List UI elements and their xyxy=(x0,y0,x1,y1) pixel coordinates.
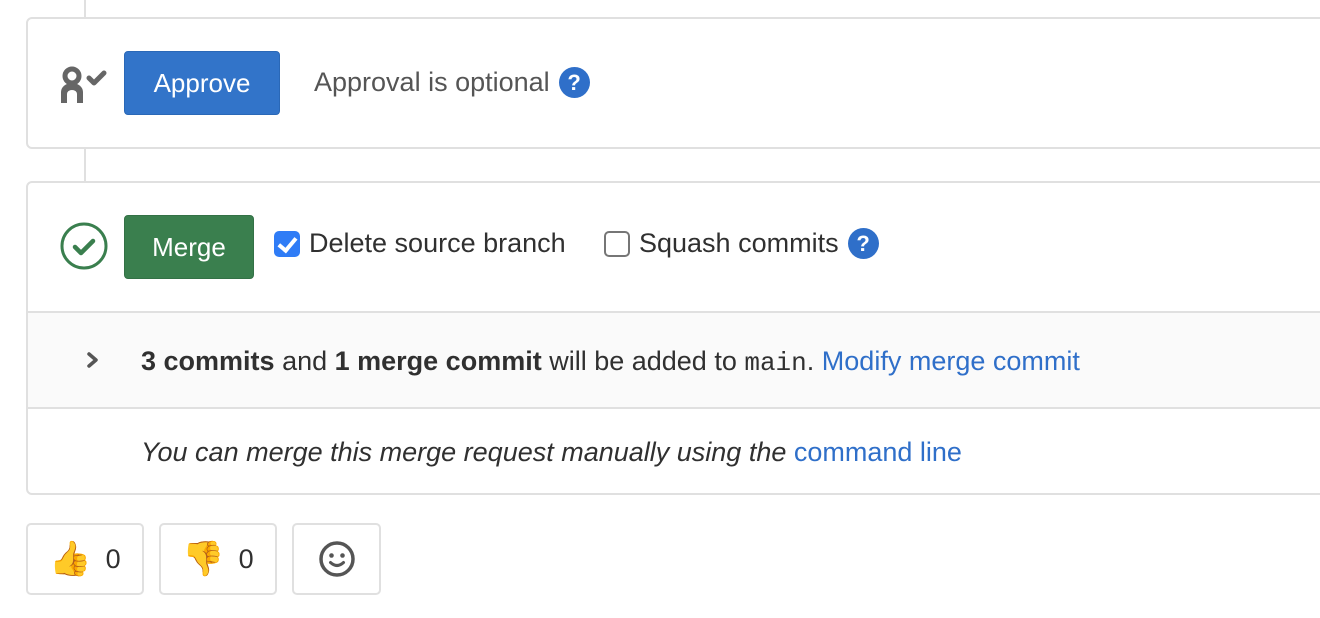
delete-source-branch-checkbox[interactable] xyxy=(274,230,300,257)
approval-user-check-icon xyxy=(61,66,107,103)
approval-status-text: Approval is optional xyxy=(314,67,550,97)
thumbs-up-reaction-button[interactable]: 👍 0 xyxy=(26,523,144,595)
approve-button[interactable]: Approve xyxy=(124,51,280,115)
question-circle-icon[interactable]: ? xyxy=(558,67,590,98)
modify-merge-commit-link[interactable]: Modify merge commit xyxy=(822,346,1080,376)
target-branch: main xyxy=(744,348,807,378)
timeline-connector xyxy=(84,148,86,183)
manual-merge-description: You can merge this merge request manuall… xyxy=(141,437,794,467)
commit-count: 3 commits xyxy=(141,346,275,376)
squash-commits-checkbox[interactable] xyxy=(604,230,630,257)
smiley-face-icon xyxy=(318,541,355,577)
merge-button[interactable]: Merge xyxy=(124,215,254,279)
check-circle-icon xyxy=(60,222,108,270)
question-circle-icon[interactable]: ? xyxy=(847,228,879,259)
commit-summary-and: and xyxy=(274,346,335,376)
approval-card: Approve Approval is optional ? xyxy=(26,17,1320,149)
timeline-connector xyxy=(84,0,86,18)
command-line-link[interactable]: command line xyxy=(794,437,962,467)
thumbs-down-icon: 👎 xyxy=(182,539,225,579)
thumbs-up-count: 0 xyxy=(105,543,121,574)
commit-summary-section: 3 commits and 1 merge commit will be add… xyxy=(28,311,1320,409)
merge-commit-count: 1 merge commit xyxy=(334,346,542,376)
commit-summary-added: will be added to xyxy=(541,346,745,376)
merge-actions-row: Merge Delete source branch Squash commit… xyxy=(28,183,1320,311)
merge-card: Merge Delete source branch Squash commit… xyxy=(26,181,1320,495)
merge-request-widget: Approve Approval is optional ? Merge Del… xyxy=(0,0,1320,618)
delete-source-branch-option[interactable]: Delete source branch xyxy=(274,228,566,259)
squash-commits-option[interactable]: Squash commits ? xyxy=(604,228,879,259)
thumbs-down-reaction-button[interactable]: 👎 0 xyxy=(159,523,277,595)
manual-merge-text: You can merge this merge request manuall… xyxy=(141,437,962,468)
delete-source-branch-label: Delete source branch xyxy=(309,228,566,258)
thumbs-up-icon: 👍 xyxy=(49,539,92,579)
commit-summary-period: . xyxy=(806,346,815,376)
add-reaction-button[interactable] xyxy=(292,523,381,595)
commit-summary-text: 3 commits and 1 merge commit will be add… xyxy=(141,346,1080,378)
thumbs-down-count: 0 xyxy=(238,543,254,574)
chevron-right-icon[interactable] xyxy=(86,351,100,369)
squash-commits-label: Squash commits xyxy=(639,228,839,258)
approval-status: Approval is optional ? xyxy=(314,67,590,98)
